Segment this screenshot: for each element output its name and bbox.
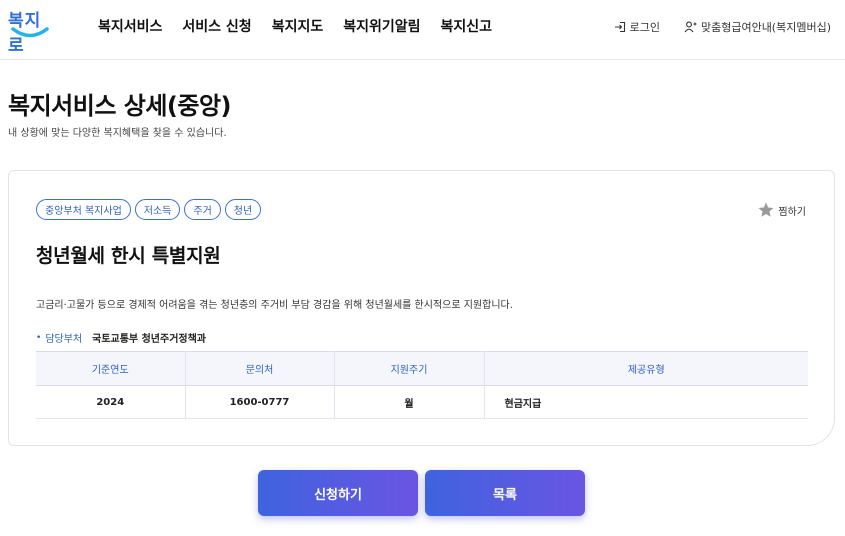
list-button[interactable]: 목록 (425, 470, 585, 516)
nav-item-welfare-service[interactable]: 복지서비스 (98, 16, 162, 36)
cell-base-year: 2024 (36, 385, 186, 419)
nav-item-welfare-map[interactable]: 복지지도 (272, 16, 324, 36)
page-title: 복지서비스 상세(중앙) (8, 92, 232, 120)
login-link[interactable]: 로그인 (614, 19, 660, 35)
main-nav: 복지서비스 서비스 신청 복지지도 복지위기알림 복지신고 (98, 16, 492, 36)
service-info-table: 기준연도 문의처 지원주기 제공유형 2024 1600-0777 월 현금지급 (36, 351, 808, 419)
cell-support-cycle: 월 (334, 385, 485, 419)
bookmark-button[interactable]: 찜하기 (757, 201, 806, 219)
logo-smile-icon (11, 27, 49, 38)
department-value: 국토교통부 청년주거정책과 (92, 334, 207, 345)
login-label: 로그인 (629, 21, 660, 34)
header-provision-type: 제공유형 (484, 351, 808, 386)
membership-label: 맞춤형급여안내(복지멤버십) (700, 21, 831, 34)
department-info: • 담당부처 국토교통부 청년주거정책과 (36, 330, 207, 346)
utility-menu: 로그인 맞춤형급여안내(복지멤버십) (614, 19, 831, 35)
site-header: 복지로 복지서비스 서비스 신청 복지지도 복지위기알림 복지신고 로그인 맞춤… (0, 0, 845, 60)
tag-list: 중앙부처 복지사업 저소득 주거 청년 (36, 199, 262, 220)
nav-item-welfare-report[interactable]: 복지신고 (441, 16, 493, 36)
bookmark-label: 찜하기 (778, 206, 806, 218)
department-label: 담당부처 (45, 334, 83, 345)
user-add-icon (684, 21, 697, 33)
site-logo[interactable]: 복지로 (8, 6, 52, 56)
table-row: 2024 1600-0777 월 현금지급 (36, 385, 808, 419)
tag-housing[interactable]: 주거 (184, 199, 221, 220)
header-contact: 문의처 (185, 351, 335, 386)
page-description: 내 상황에 맞는 다양한 복지혜택을 찾을 수 있습니다. (8, 128, 227, 139)
tag-youth[interactable]: 청년 (224, 199, 262, 220)
header-base-year: 기준연도 (36, 351, 186, 386)
bullet-icon: • (36, 332, 42, 343)
cell-contact: 1600-0777 (185, 385, 335, 419)
nav-item-service-apply[interactable]: 서비스 신청 (182, 16, 251, 36)
table-header-row: 기준연도 문의처 지원주기 제공유형 (36, 351, 808, 386)
cell-provision-type: 현금지급 (484, 385, 808, 419)
service-description: 고금리·고물가 등으로 경제적 어려움을 겪는 청년층의 주거비 부담 경감을 … (36, 300, 513, 311)
tag-low-income[interactable]: 저소득 (134, 199, 181, 220)
star-icon (758, 202, 774, 217)
membership-link[interactable]: 맞춤형급여안내(복지멤버십) (684, 19, 831, 35)
nav-item-crisis-alert[interactable]: 복지위기알림 (343, 16, 420, 36)
header-support-cycle: 지원주기 (334, 351, 485, 386)
login-icon (614, 21, 625, 33)
apply-button[interactable]: 신청하기 (258, 470, 418, 516)
service-title: 청년월세 한시 특별지원 (36, 245, 221, 267)
service-detail-card: 중앙부처 복지사업 저소득 주거 청년 찜하기 청년월세 한시 특별지원 고금리… (8, 170, 835, 446)
tag-central-ministry[interactable]: 중앙부처 복지사업 (36, 199, 131, 220)
